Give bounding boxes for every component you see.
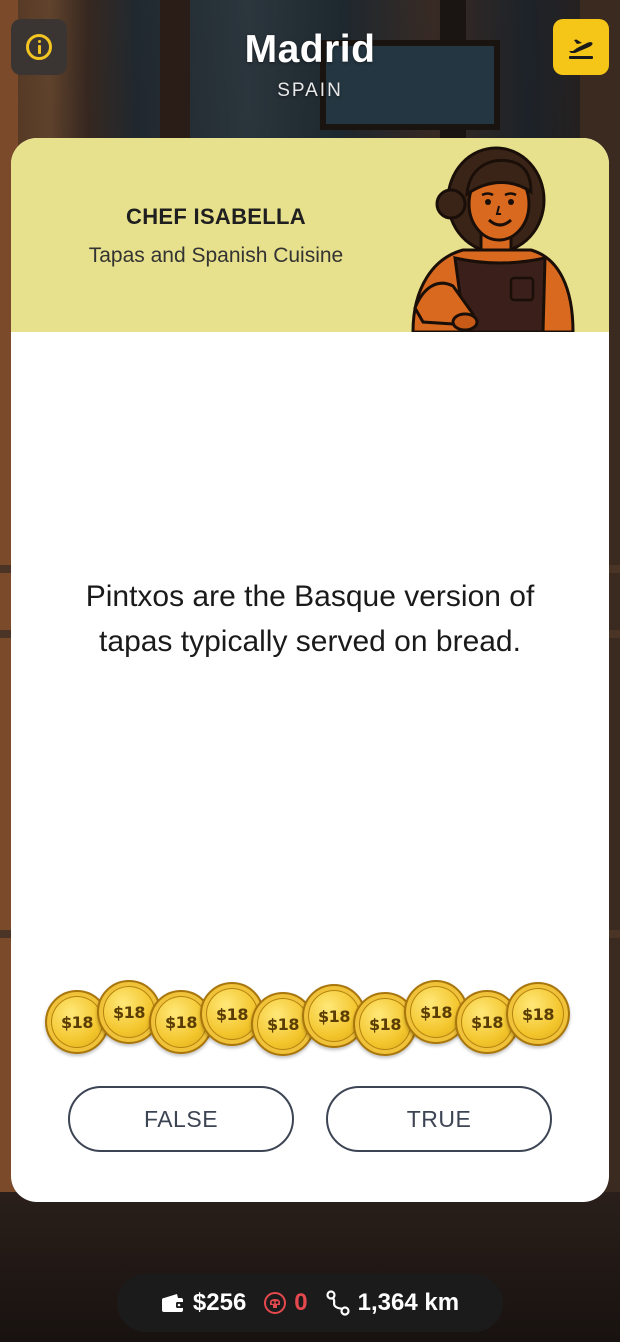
false-button[interactable]: FALSE <box>68 1086 294 1152</box>
coin-label: $18 <box>216 1004 248 1024</box>
chef-portrait-illustration <box>411 146 575 332</box>
money-stat: $256 <box>161 1289 246 1317</box>
chef-name: CHEF ISABELLA <box>126 204 306 229</box>
skull-value: 0 <box>294 1289 308 1316</box>
true-button[interactable]: TRUE <box>326 1086 552 1152</box>
skull-stat: 0 <box>264 1289 308 1317</box>
coin: $18 <box>506 982 570 1046</box>
airplane-departure-icon <box>569 39 593 59</box>
city-title: Madrid <box>244 28 376 71</box>
country-subtitle: SPAIN <box>277 80 343 101</box>
coin-label: $18 <box>471 1012 503 1032</box>
coin-label: $18 <box>113 1002 145 1022</box>
coin-label: $18 <box>61 1012 93 1032</box>
question-card: CHEF ISABELLA Tapas and Spanish Cuisine <box>11 138 609 1202</box>
distance-stat: 1,364 km <box>326 1289 459 1317</box>
distance-value: 1,364 km <box>357 1289 460 1316</box>
travel-button[interactable] <box>553 19 609 75</box>
route-icon <box>326 1290 350 1316</box>
coin-label: $18 <box>522 1004 554 1024</box>
coin-label: $18 <box>267 1014 299 1034</box>
skull-icon <box>264 1292 287 1314</box>
wallet-icon <box>161 1294 184 1312</box>
chef-specialty: Tapas and Spanish Cuisine <box>88 244 344 267</box>
chef-header: CHEF ISABELLA Tapas and Spanish Cuisine <box>11 138 609 332</box>
coin-stack: $18 $18 $18 $18 $18 $18 $18 $18 $18 $18 <box>45 980 585 1060</box>
question-text: Pintxos are the Basque version of tapas … <box>85 580 535 658</box>
coin-label: $18 <box>165 1012 197 1032</box>
status-bar: $256 0 1,364 km <box>117 1274 503 1332</box>
coin-label: $18 <box>318 1006 350 1026</box>
coin-label: $18 <box>420 1002 452 1022</box>
coin-label: $18 <box>369 1014 401 1034</box>
money-value: $256 <box>192 1289 247 1316</box>
